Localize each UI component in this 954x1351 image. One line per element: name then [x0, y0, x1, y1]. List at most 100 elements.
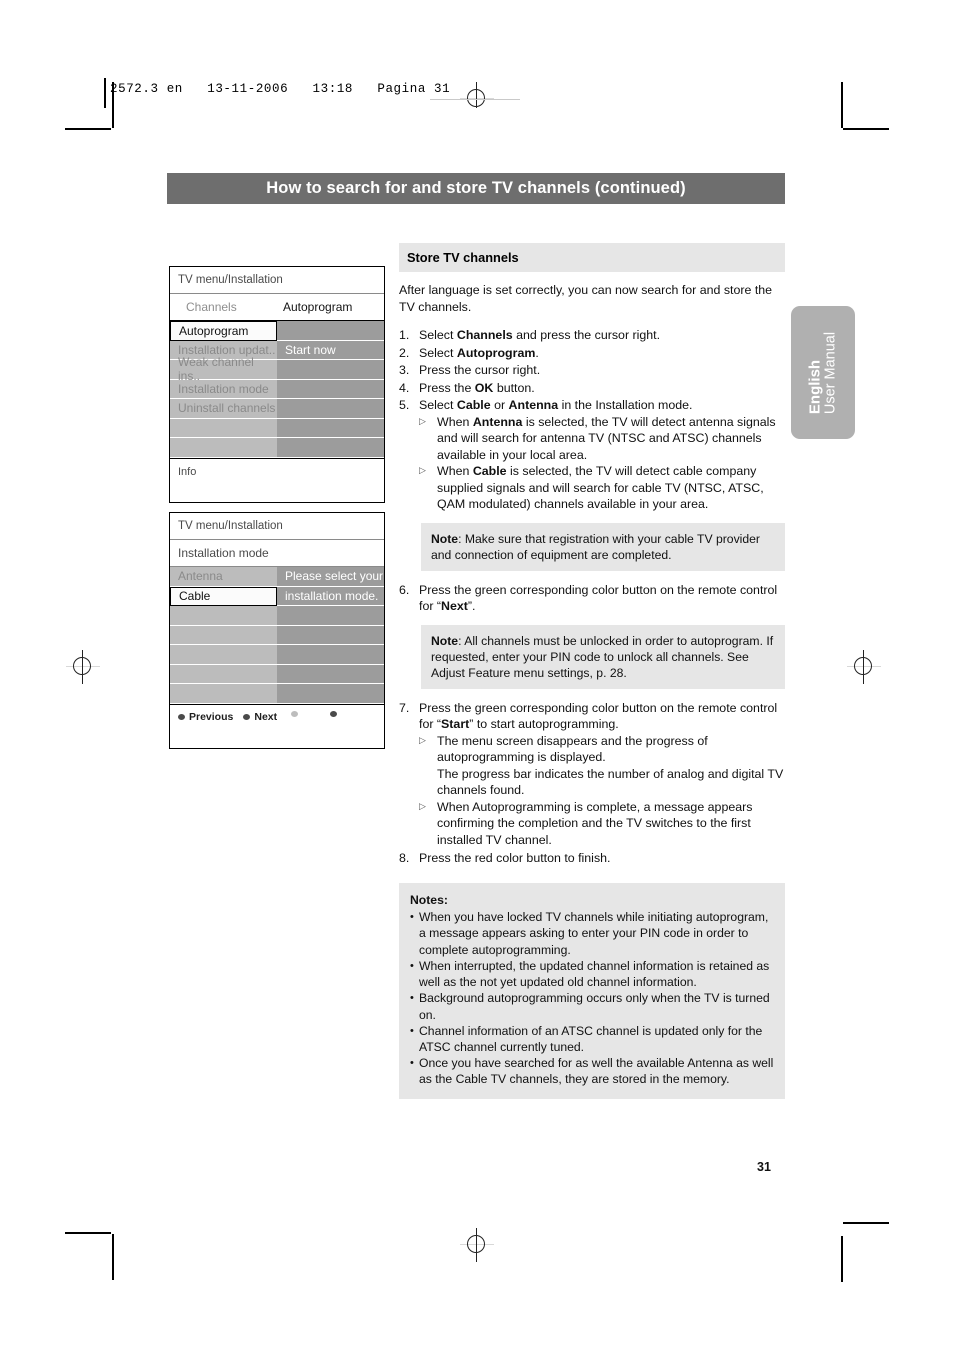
emphasis-text: Antenna [472, 414, 523, 429]
emphasis-text: OK [474, 380, 494, 395]
step-number: 1. [399, 328, 410, 343]
tv-menu-row-value [277, 684, 384, 704]
step-sub-text: When Cable is selected, the TV will dete… [437, 463, 785, 513]
tv-menu-row-label [170, 438, 277, 458]
side-tab-manual: User Manual [822, 331, 839, 414]
step-item: 1. Select Channels and press the cursor r… [399, 327, 785, 344]
registration-mark-left [66, 650, 100, 684]
crop-mark-top-left-h [65, 128, 111, 130]
note-bullet-item: • When interrupted, the updated channel i… [410, 958, 774, 990]
section-heading: Store TV channels [399, 243, 785, 273]
tv-menu-row-value: installation mode. [277, 586, 384, 606]
tv-menu-row[interactable]: Uninstall channels [170, 399, 384, 419]
tv-menu-row-label [170, 664, 277, 684]
tv-menu-row[interactable]: Installation mode [170, 379, 384, 399]
tv-menu-row-value [277, 664, 384, 684]
nav-previous[interactable]: Previous [178, 711, 233, 723]
step-7-list: 7. Press the green corresponding color bu… [399, 700, 785, 849]
emphasis-text: Note [431, 633, 459, 648]
tv-menu-row[interactable] [170, 664, 384, 684]
step-item: 4. Press the OK button. [399, 380, 785, 397]
bullet-icon: • [410, 959, 414, 972]
step-8-list: 8. Press the red color button to finish. [399, 850, 785, 867]
notes-box-title: Notes: [410, 892, 774, 908]
nav-next[interactable]: Next [243, 711, 277, 723]
tv-menu-2-title: TV menu/Installation [170, 513, 384, 540]
nav-slot-4[interactable] [330, 710, 338, 717]
tv-menu-row-label [170, 684, 277, 704]
step-number: 5. [399, 398, 410, 413]
emphasis-text: Channels [456, 328, 513, 343]
step-number: 3. [399, 363, 410, 378]
plain-text: . [535, 345, 539, 360]
emphasis-text: Antenna [508, 398, 559, 413]
notes-title-text: Notes [410, 892, 444, 907]
bullet-dot-icon [291, 710, 299, 717]
crop-mark-bottom-left-h [65, 1232, 111, 1234]
tv-menu-2-subheader: Installation mode [170, 540, 384, 567]
tv-menu-row-value [277, 379, 384, 399]
plain-text: The menu screen disappears and the progr… [437, 733, 708, 765]
tv-menu-row-label: Uninstall channels [170, 399, 277, 419]
step-sub-text: The menu screen disappears and the progr… [437, 733, 785, 799]
steps-list-1-5: 1. Select Channels and press the cursor r… [399, 327, 785, 513]
plain-text: : All channels must be unlocked in order… [431, 633, 774, 680]
crop-mark-bottom-right-v [841, 1236, 843, 1282]
tv-menu-1-title: TV menu/Installation [170, 267, 384, 294]
tv-menu-row[interactable] [170, 625, 384, 645]
tv-menu-1-rows: Autoprogram Installation updat.. Start now… [170, 321, 384, 458]
nav-slot-3[interactable] [291, 710, 299, 717]
plain-text: Press the cursor right. [419, 363, 541, 378]
tv-menu-row[interactable]: Cable installation mode. [170, 586, 384, 606]
main-content: Store TV channels After language is set … [399, 243, 785, 1099]
step-number: 2. [399, 345, 410, 360]
side-tab-language: English [806, 359, 824, 414]
emphasis-text: Cable [472, 464, 507, 479]
triangle-bullet-icon: ▷ [419, 734, 426, 745]
page-title-bar: How to search for and store TV channels … [167, 173, 785, 204]
language-side-tab: English User Manual [791, 306, 855, 439]
tv-menu-row-label: Installation mode [170, 379, 277, 399]
tv-menu-row[interactable]: Antenna Please select your [170, 567, 384, 587]
bullet-icon: • [410, 911, 414, 924]
note-bullet-item: • Background autoprogramming occurs only … [410, 990, 774, 1022]
page-title: How to search for and store TV channels … [266, 179, 686, 197]
tv-menu-row[interactable]: Weak channel ins.. [170, 355, 384, 383]
tv-menu-row[interactable] [170, 418, 384, 438]
plain-text: When Autoprogramming is complete, a mess… [437, 799, 753, 847]
header-rule [104, 78, 106, 108]
step-sub-item: ▷ When Autoprogramming is complete, a mes… [419, 799, 785, 849]
step-sub-list: ▷ The menu screen disappears and the prog… [419, 733, 785, 849]
tv-menu-2-rows: Antenna Please select your Cable installati… [170, 567, 384, 704]
crop-mark-top-right-h [843, 128, 889, 130]
step-number: 7. [399, 700, 410, 715]
triangle-bullet-icon: ▷ [419, 465, 426, 476]
step-number: 8. [399, 851, 410, 866]
step-number: 6. [399, 582, 410, 597]
tv-menu-row[interactable] [170, 645, 384, 665]
bullet-icon: • [410, 1024, 414, 1037]
tv-menu-row[interactable] [170, 684, 384, 704]
tv-menu-row-value [277, 645, 384, 665]
note-bullet-item: • Once you have searched for as well the … [410, 1055, 774, 1087]
tv-menu-row[interactable] [170, 438, 384, 458]
step-6-list: 6. Press the green corresponding color bu… [399, 582, 785, 615]
registration-mark-right [847, 650, 881, 684]
bullet-icon: • [410, 992, 414, 1005]
tv-menu-row-value: Start now [277, 340, 384, 360]
plain-text: Select [419, 328, 457, 343]
tv-menu-row-value [277, 625, 384, 645]
note-bullet-item: • When you have locked TV channels while … [410, 909, 774, 958]
tv-menu-row-label: Antenna [170, 567, 277, 587]
plain-text: or [490, 398, 509, 413]
tv-menu-row[interactable]: Autoprogram [170, 321, 384, 341]
note-bullet-text: When interrupted, the updated channel in… [419, 958, 770, 990]
step-item: 2. Select Autoprogram. [399, 345, 785, 362]
step-body: Press the red color button to finish. [419, 850, 785, 867]
bullet-dot-icon [243, 713, 251, 720]
tv-menu-row[interactable] [170, 606, 384, 626]
step-body: Select Cable or Antenna in the Installat… [419, 397, 785, 513]
step-sub-item: ▷ The menu screen disappears and the prog… [419, 733, 785, 799]
tv-menu-row-label [170, 418, 277, 438]
plain-text: The progress bar indicates the number of… [437, 766, 784, 798]
